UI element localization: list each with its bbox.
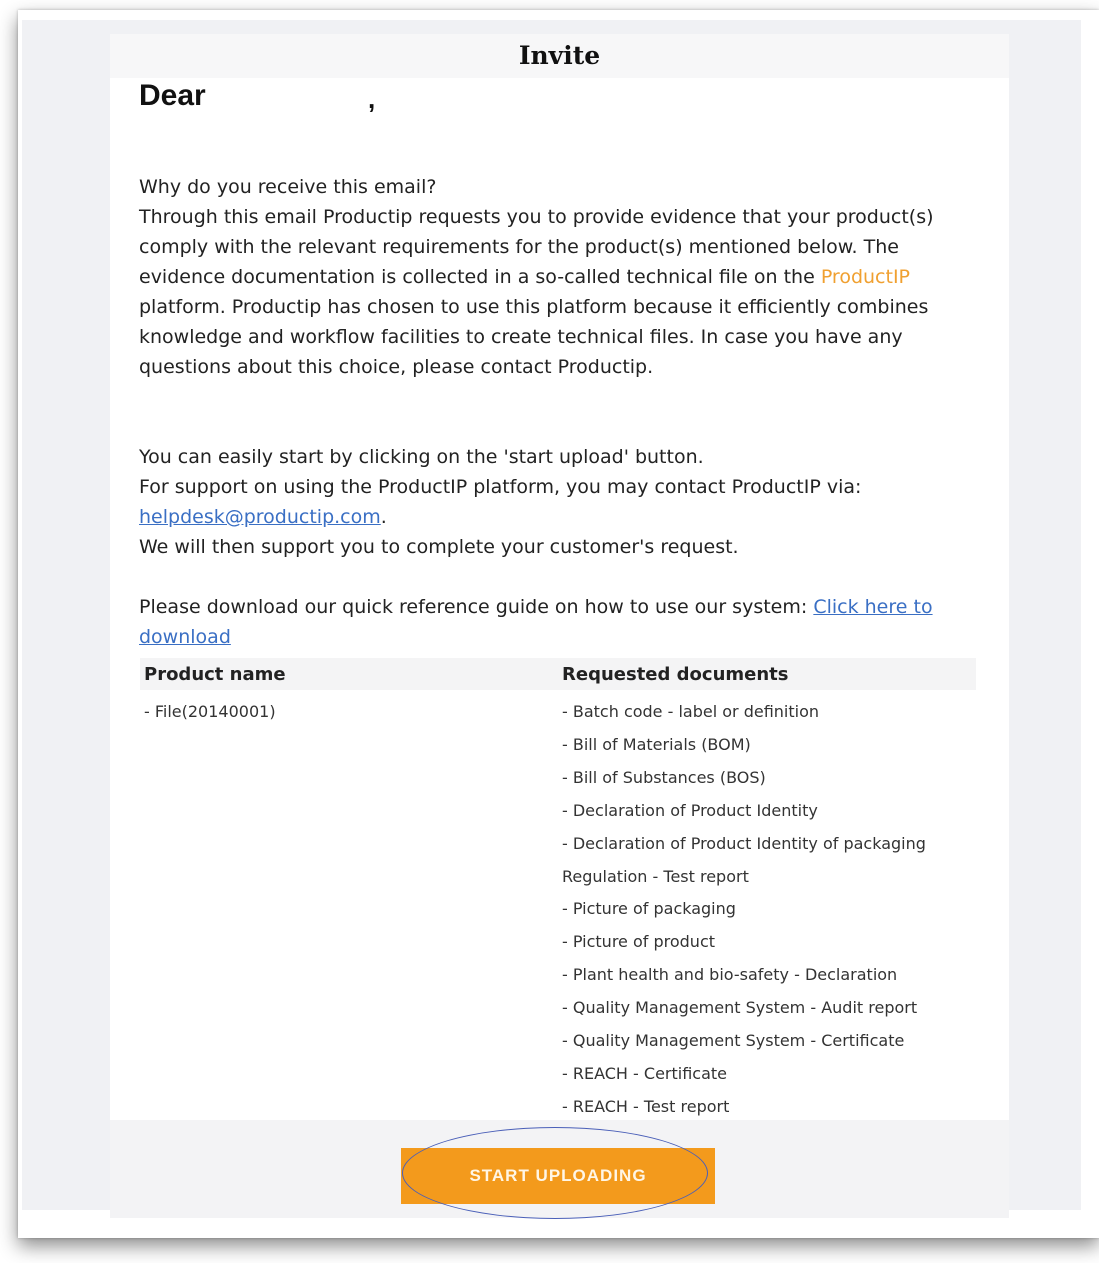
column-header-product: Product name	[144, 664, 286, 685]
document-item: - Quality Management System - Audit repo…	[562, 998, 918, 1018]
support-email-suffix: .	[380, 506, 387, 528]
greeting-comma: ,	[368, 84, 376, 114]
intro-paragraph: Through this email Productip requests yo…	[139, 202, 979, 382]
greeting: Dear	[139, 79, 206, 112]
document-item: - Declaration of Product Identity	[562, 800, 818, 820]
question-heading: Why do you receive this email?	[139, 176, 437, 198]
document-item: - Quality Management System - Certificat…	[562, 1031, 905, 1051]
guide-paragraph: Please download our quick reference guid…	[139, 592, 979, 652]
email-title: Invite	[110, 34, 1009, 78]
document-item: - REACH - Test report	[562, 1096, 730, 1116]
guide-text: Please download our quick reference guid…	[139, 596, 814, 618]
document-item: - Bill of Materials (BOM)	[562, 734, 751, 754]
support-email-line: helpdesk@productip.com.	[139, 502, 979, 532]
document-item: - Bill of Substances (BOS)	[562, 767, 766, 787]
support-email-link[interactable]: helpdesk@productip.com	[139, 506, 381, 528]
product-name-cell: - File(20140001)	[144, 702, 276, 721]
column-header-documents: Requested documents	[562, 664, 789, 685]
document-item: - REACH - Certificate	[562, 1063, 728, 1083]
document-item: - Picture of product	[562, 932, 716, 952]
support-closing: We will then support you to complete you…	[139, 536, 739, 558]
brand-name: ProductIP	[820, 266, 911, 288]
start-hint: You can easily start by clicking on the …	[139, 446, 704, 468]
support-line: For support on using the ProductIP platf…	[139, 476, 862, 498]
intro-text-2: platform. Productip has chosen to use th…	[139, 296, 929, 378]
document-item: - Plant health and bio-safety - Declarat…	[562, 965, 898, 985]
document-item: - Declaration of Product Identity of pac…	[562, 833, 926, 853]
document-item: Regulation - Test report	[562, 866, 749, 886]
document-item: - Picture of packaging	[562, 899, 736, 919]
requested-documents-list: - Batch code - label or definition - Bil…	[562, 696, 972, 1124]
start-uploading-button[interactable]: START UPLOADING	[401, 1148, 715, 1204]
document-item: - Batch code - label or definition	[562, 702, 820, 721]
intro-text-1: Through this email Productip requests yo…	[139, 206, 934, 288]
